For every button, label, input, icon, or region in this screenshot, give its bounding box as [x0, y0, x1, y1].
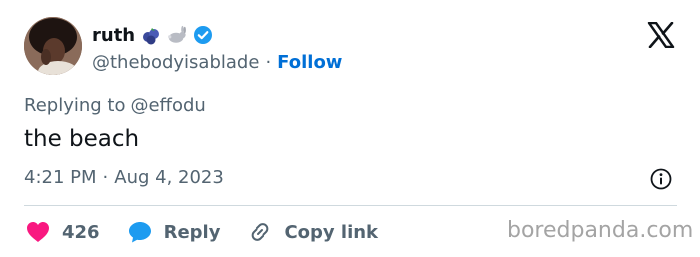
author-handle-row: @thebodyisablade · Follow: [92, 50, 342, 74]
link-icon: [252, 223, 269, 241]
timestamp-separator: ·: [102, 167, 109, 188]
reply-button[interactable]: Reply: [128, 221, 221, 243]
tweet-date: Aug 4, 2023: [114, 167, 224, 188]
reply-bubble-icon: [128, 222, 151, 243]
avatar-image: [24, 17, 82, 75]
blueberries-emoji: [141, 25, 161, 45]
follow-button[interactable]: Follow: [277, 52, 342, 73]
like-count: 426: [62, 221, 100, 243]
reply-context: Replying to @effodu: [24, 95, 206, 116]
tweet-text: the beach: [24, 126, 140, 152]
reply-handle[interactable]: @effodu: [130, 95, 205, 116]
x-logo-icon[interactable]: [647, 21, 675, 49]
reply-label: Reply: [163, 221, 221, 243]
copy-link-button[interactable]: Copy link: [248, 220, 378, 244]
rabbit-emoji: [167, 25, 187, 45]
handle-separator: ·: [265, 51, 272, 73]
author-name-row: ruth: [92, 22, 213, 48]
tweet-timestamp[interactable]: 4:21 PM · Aug 4, 2023: [24, 167, 224, 188]
info-icon[interactable]: [650, 168, 672, 190]
copy-link-label: Copy link: [284, 221, 379, 243]
divider: [24, 205, 677, 206]
heart-icon: [27, 222, 49, 242]
like-button[interactable]: 426: [26, 221, 100, 243]
author-avatar[interactable]: [24, 17, 82, 75]
author-handle[interactable]: @thebodyisablade: [92, 52, 259, 73]
source-watermark: boredpanda.com: [507, 218, 694, 243]
reply-prefix: Replying to: [24, 95, 126, 116]
tweet-actions: 426 Reply Copy link: [26, 218, 406, 246]
verified-badge-icon[interactable]: [193, 25, 213, 45]
tweet-time: 4:21 PM: [24, 167, 97, 188]
author-display-name[interactable]: ruth: [92, 25, 135, 46]
